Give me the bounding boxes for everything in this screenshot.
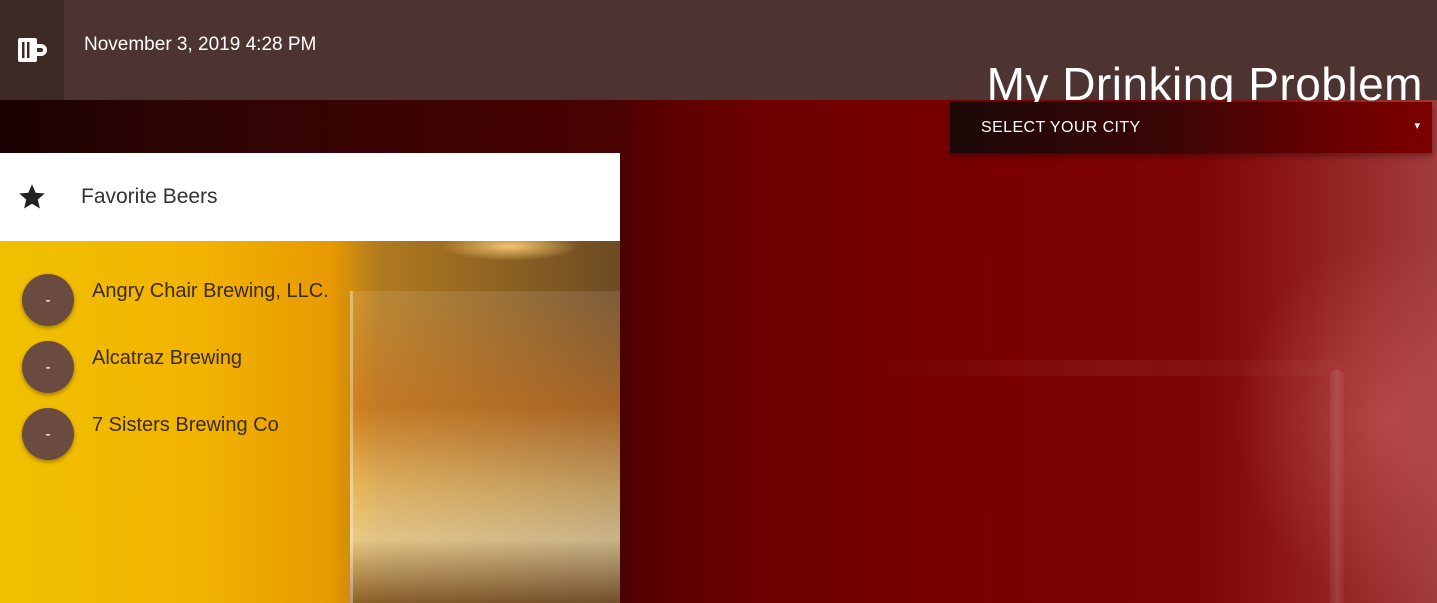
remove-label: -: [45, 292, 51, 309]
remove-favorite-button[interactable]: -: [22, 408, 74, 460]
list-item: - Angry Chair Brewing, LLC.: [22, 274, 582, 326]
city-select-label: SELECT YOUR CITY: [981, 119, 1141, 136]
favorite-beers-panel: Favorite Beers - Angry Chair Brewing, LL…: [0, 153, 620, 603]
favorite-beers-title: Favorite Beers: [81, 185, 218, 208]
remove-favorite-button[interactable]: -: [22, 274, 74, 326]
current-datetime: November 3, 2019 4:28 PM: [84, 34, 317, 55]
list-item: - 7 Sisters Brewing Co: [22, 408, 582, 460]
remove-label: -: [45, 426, 51, 443]
favorite-beers-header[interactable]: Favorite Beers: [0, 153, 620, 241]
brewery-name[interactable]: 7 Sisters Brewing Co: [92, 414, 279, 437]
logo-button[interactable]: [0, 0, 64, 100]
caret-down-icon: ▾: [1414, 119, 1420, 132]
beer-mug-icon: [18, 38, 47, 62]
remove-favorite-button[interactable]: -: [22, 341, 74, 393]
brewery-name[interactable]: Angry Chair Brewing, LLC.: [92, 280, 329, 303]
favorite-beers-list-area: - Angry Chair Brewing, LLC. - Alcatraz B…: [0, 241, 620, 603]
star-icon: [19, 184, 45, 209]
glass-rim-decoration: [860, 360, 1340, 376]
light-glow-decoration: [440, 241, 580, 261]
app-title: My Drinking Problem: [986, 57, 1423, 110]
brewery-name[interactable]: Alcatraz Brewing: [92, 347, 242, 370]
glass-edge-decoration: [1330, 370, 1344, 603]
list-item: - Alcatraz Brewing: [22, 341, 582, 393]
app-header: November 3, 2019 4:28 PM My Drinking Pro…: [0, 0, 1437, 107]
remove-label: -: [45, 359, 51, 376]
city-select-dropdown[interactable]: SELECT YOUR CITY ▾: [950, 102, 1432, 153]
